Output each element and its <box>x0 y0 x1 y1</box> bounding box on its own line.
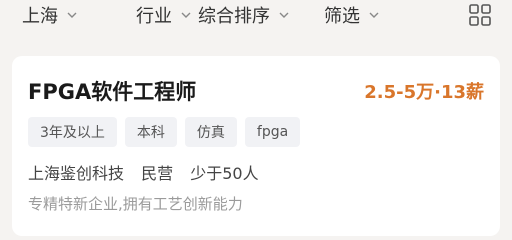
tag-education: 本科 <box>124 117 177 147</box>
company-info: 上海鉴创科技 民营 少于50人 <box>28 160 271 184</box>
sort-filter[interactable]: 综合排序 <box>198 3 290 27</box>
sort-filter-label: 综合排序 <box>198 6 270 27</box>
tag-skill: 仿真 <box>184 117 237 147</box>
layout-toggle-button[interactable] <box>466 1 494 29</box>
job-card[interactable]: FPGA软件工程师 2.5-5万·13薪 3年及以上 本科 仿真 fpga 上海… <box>12 56 500 236</box>
filter-bar: 上海 行业 综合排序 筛选 <box>0 0 512 44</box>
grid-icon <box>466 4 494 33</box>
company-description: 专精特新企业,拥有工艺创新能力 <box>28 195 243 213</box>
city-filter[interactable]: 上海 <box>22 3 78 27</box>
chevron-down-icon <box>66 9 78 21</box>
salary-label: 2.5-5万·13薪 <box>364 82 484 103</box>
company-type: 民营 <box>141 164 174 183</box>
chevron-down-icon <box>368 9 380 21</box>
chevron-down-icon <box>278 9 290 21</box>
company-size: 少于50人 <box>190 164 259 183</box>
more-filter[interactable]: 筛选 <box>324 3 380 27</box>
company-name: 上海鉴创科技 <box>28 164 125 183</box>
more-filter-label: 筛选 <box>324 6 360 27</box>
tag-experience: 3年及以上 <box>28 117 117 147</box>
tag-skill: fpga <box>244 117 301 147</box>
chevron-down-icon <box>180 9 192 21</box>
job-title: FPGA软件工程师 <box>28 80 197 104</box>
industry-filter-label: 行业 <box>136 6 172 27</box>
job-tags: 3年及以上 本科 仿真 fpga <box>28 117 301 147</box>
city-filter-label: 上海 <box>22 6 58 27</box>
industry-filter[interactable]: 行业 <box>136 3 192 27</box>
